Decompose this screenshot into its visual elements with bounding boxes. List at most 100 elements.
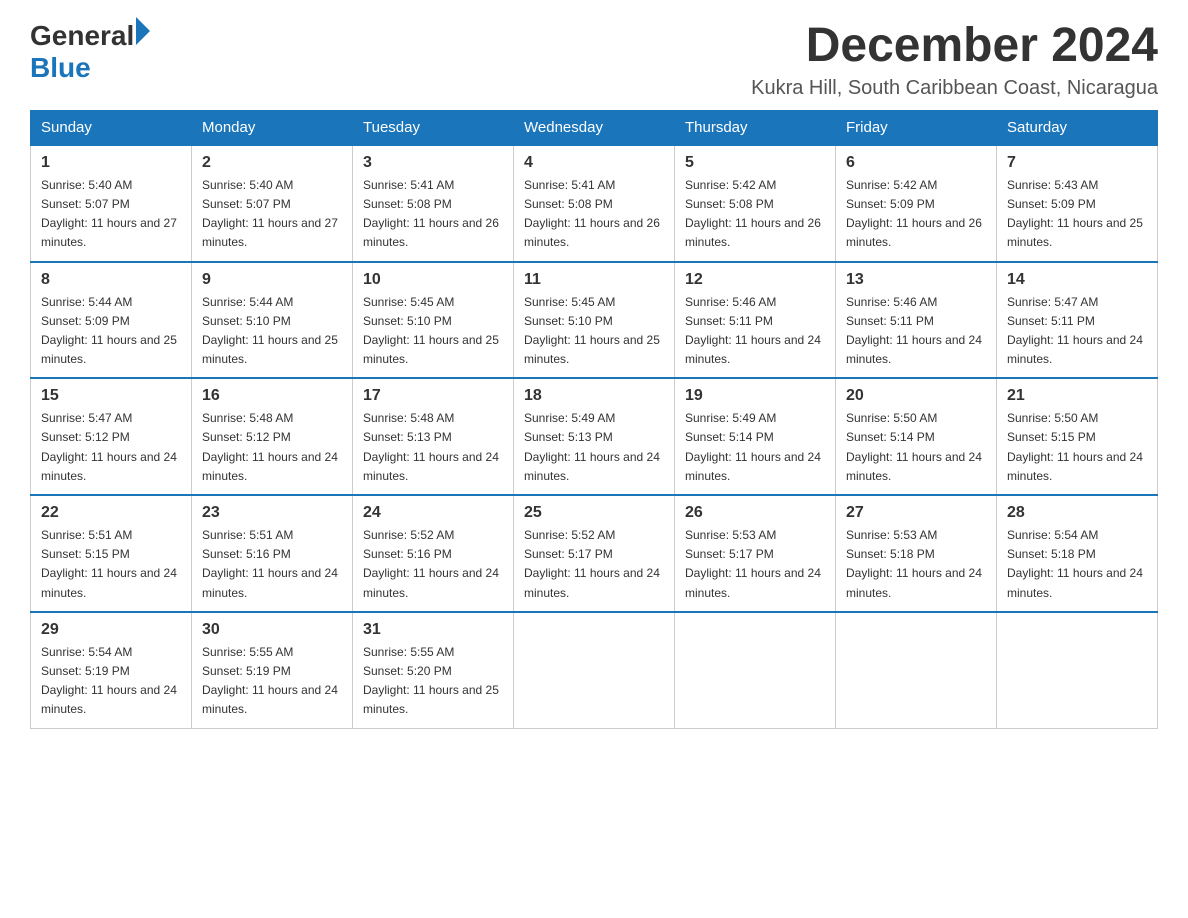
calendar-day-cell: 22 Sunrise: 5:51 AMSunset: 5:15 PMDayligh… [31, 495, 192, 612]
calendar-header-row: SundayMondayTuesdayWednesdayThursdayFrid… [31, 110, 1158, 145]
calendar-day-cell: 28Sunrise: 5:54 AMSunset: 5:18 PMDayligh… [997, 495, 1158, 612]
calendar-day-cell: 7 Sunrise: 5:43 AMSunset: 5:09 PMDaylight… [997, 145, 1158, 262]
calendar-day-cell: 2 Sunrise: 5:40 AMSunset: 5:07 PMDaylight… [192, 145, 353, 262]
day-info: Sunrise: 5:53 AMSunset: 5:17 PMDaylight:… [685, 526, 825, 603]
calendar-day-cell: 8Sunrise: 5:44 AMSunset: 5:09 PMDaylight… [31, 262, 192, 379]
calendar-day-cell: 23Sunrise: 5:51 AMSunset: 5:16 PMDayligh… [192, 495, 353, 612]
day-info: Sunrise: 5:40 AMSunset: 5:07 PMDaylight:… [202, 176, 342, 253]
day-number: 7 [1007, 154, 1147, 172]
day-info: Sunrise: 5:48 AMSunset: 5:12 PMDaylight:… [202, 409, 342, 486]
calendar-weekday-header: Wednesday [514, 110, 675, 145]
calendar-day-cell: 14 Sunrise: 5:47 AMSunset: 5:11 PMDayligh… [997, 262, 1158, 379]
calendar-day-cell: 4Sunrise: 5:41 AMSunset: 5:08 PMDaylight… [514, 145, 675, 262]
calendar-header: SundayMondayTuesdayWednesdayThursdayFrid… [31, 110, 1158, 145]
day-number: 13 [846, 271, 986, 289]
day-info: Sunrise: 5:54 AMSunset: 5:18 PMDaylight:… [1007, 526, 1147, 603]
day-info: Sunrise: 5:40 AMSunset: 5:07 PMDaylight:… [41, 176, 181, 253]
logo-general: General [30, 20, 134, 52]
day-number: 8 [41, 271, 181, 289]
calendar-day-cell: 10 Sunrise: 5:45 AMSunset: 5:10 PMDayligh… [353, 262, 514, 379]
logo: General Blue [30, 20, 150, 84]
calendar-day-cell: 17Sunrise: 5:48 AMSunset: 5:13 PMDayligh… [353, 378, 514, 495]
day-info: Sunrise: 5:44 AMSunset: 5:10 PMDaylight:… [202, 293, 342, 370]
day-info: Sunrise: 5:42 AMSunset: 5:09 PMDaylight:… [846, 176, 986, 253]
calendar-weekday-header: Saturday [997, 110, 1158, 145]
calendar-day-cell: 20Sunrise: 5:50 AMSunset: 5:14 PMDayligh… [836, 378, 997, 495]
day-number: 31 [363, 621, 503, 639]
day-number: 1 [41, 154, 181, 172]
day-number: 24 [363, 504, 503, 522]
day-info: Sunrise: 5:45 AMSunset: 5:10 PMDaylight:… [524, 293, 664, 370]
calendar-weekday-header: Monday [192, 110, 353, 145]
calendar-day-cell [514, 612, 675, 728]
day-number: 2 [202, 154, 342, 172]
day-number: 11 [524, 271, 664, 289]
calendar-day-cell: 11 Sunrise: 5:45 AMSunset: 5:10 PMDayligh… [514, 262, 675, 379]
calendar-week-row: 1 Sunrise: 5:40 AMSunset: 5:07 PMDaylight… [31, 145, 1158, 262]
calendar-day-cell: 3 Sunrise: 5:41 AMSunset: 5:08 PMDaylight… [353, 145, 514, 262]
location-subtitle: Kukra Hill, South Caribbean Coast, Nicar… [751, 77, 1158, 100]
day-info: Sunrise: 5:41 AMSunset: 5:08 PMDaylight:… [363, 176, 503, 253]
day-info: Sunrise: 5:45 AMSunset: 5:10 PMDaylight:… [363, 293, 503, 370]
day-number: 20 [846, 387, 986, 405]
day-number: 10 [363, 271, 503, 289]
calendar-day-cell: 24 Sunrise: 5:52 AMSunset: 5:16 PMDayligh… [353, 495, 514, 612]
calendar-day-cell: 21 Sunrise: 5:50 AMSunset: 5:15 PMDayligh… [997, 378, 1158, 495]
calendar-day-cell: 9 Sunrise: 5:44 AMSunset: 5:10 PMDaylight… [192, 262, 353, 379]
calendar-weekday-header: Friday [836, 110, 997, 145]
day-number: 12 [685, 271, 825, 289]
day-info: Sunrise: 5:50 AMSunset: 5:15 PMDaylight:… [1007, 409, 1147, 486]
logo-blue: Blue [30, 52, 150, 84]
day-number: 14 [1007, 271, 1147, 289]
day-info: Sunrise: 5:55 AMSunset: 5:20 PMDaylight:… [363, 643, 503, 720]
day-number: 18 [524, 387, 664, 405]
logo-block: General Blue [30, 20, 150, 84]
day-number: 29 [41, 621, 181, 639]
day-info: Sunrise: 5:54 AMSunset: 5:19 PMDaylight:… [41, 643, 181, 720]
calendar-day-cell: 30 Sunrise: 5:55 AMSunset: 5:19 PMDayligh… [192, 612, 353, 728]
calendar-day-cell: 1 Sunrise: 5:40 AMSunset: 5:07 PMDaylight… [31, 145, 192, 262]
calendar-day-cell: 31 Sunrise: 5:55 AMSunset: 5:20 PMDayligh… [353, 612, 514, 728]
calendar-day-cell: 18 Sunrise: 5:49 AMSunset: 5:13 PMDayligh… [514, 378, 675, 495]
day-info: Sunrise: 5:43 AMSunset: 5:09 PMDaylight:… [1007, 176, 1147, 253]
day-number: 9 [202, 271, 342, 289]
day-info: Sunrise: 5:47 AMSunset: 5:11 PMDaylight:… [1007, 293, 1147, 370]
day-info: Sunrise: 5:55 AMSunset: 5:19 PMDaylight:… [202, 643, 342, 720]
day-info: Sunrise: 5:52 AMSunset: 5:16 PMDaylight:… [363, 526, 503, 603]
day-info: Sunrise: 5:53 AMSunset: 5:18 PMDaylight:… [846, 526, 986, 603]
calendar-weekday-header: Tuesday [353, 110, 514, 145]
calendar-table: SundayMondayTuesdayWednesdayThursdayFrid… [30, 110, 1158, 729]
calendar-day-cell: 19Sunrise: 5:49 AMSunset: 5:14 PMDayligh… [675, 378, 836, 495]
day-number: 5 [685, 154, 825, 172]
day-number: 3 [363, 154, 503, 172]
day-number: 25 [524, 504, 664, 522]
day-info: Sunrise: 5:46 AMSunset: 5:11 PMDaylight:… [685, 293, 825, 370]
day-info: Sunrise: 5:48 AMSunset: 5:13 PMDaylight:… [363, 409, 503, 486]
day-info: Sunrise: 5:47 AMSunset: 5:12 PMDaylight:… [41, 409, 181, 486]
day-number: 15 [41, 387, 181, 405]
day-number: 30 [202, 621, 342, 639]
day-info: Sunrise: 5:42 AMSunset: 5:08 PMDaylight:… [685, 176, 825, 253]
calendar-day-cell: 25Sunrise: 5:52 AMSunset: 5:17 PMDayligh… [514, 495, 675, 612]
calendar-day-cell [675, 612, 836, 728]
day-number: 21 [1007, 387, 1147, 405]
day-number: 26 [685, 504, 825, 522]
calendar-day-cell [997, 612, 1158, 728]
day-number: 6 [846, 154, 986, 172]
calendar-week-row: 29 Sunrise: 5:54 AMSunset: 5:19 PMDayligh… [31, 612, 1158, 728]
day-info: Sunrise: 5:51 AMSunset: 5:15 PMDaylight:… [41, 526, 181, 603]
day-number: 27 [846, 504, 986, 522]
day-info: Sunrise: 5:51 AMSunset: 5:16 PMDaylight:… [202, 526, 342, 603]
day-info: Sunrise: 5:49 AMSunset: 5:13 PMDaylight:… [524, 409, 664, 486]
calendar-weekday-header: Thursday [675, 110, 836, 145]
calendar-week-row: 15 Sunrise: 5:47 AMSunset: 5:12 PMDayligh… [31, 378, 1158, 495]
calendar-week-row: 22 Sunrise: 5:51 AMSunset: 5:15 PMDayligh… [31, 495, 1158, 612]
day-number: 22 [41, 504, 181, 522]
day-info: Sunrise: 5:46 AMSunset: 5:11 PMDaylight:… [846, 293, 986, 370]
day-info: Sunrise: 5:41 AMSunset: 5:08 PMDaylight:… [524, 176, 664, 253]
calendar-day-cell: 13 Sunrise: 5:46 AMSunset: 5:11 PMDayligh… [836, 262, 997, 379]
calendar-day-cell: 12 Sunrise: 5:46 AMSunset: 5:11 PMDayligh… [675, 262, 836, 379]
calendar-day-cell [836, 612, 997, 728]
month-year-title: December 2024 [751, 20, 1158, 73]
calendar-day-cell: 29 Sunrise: 5:54 AMSunset: 5:19 PMDayligh… [31, 612, 192, 728]
